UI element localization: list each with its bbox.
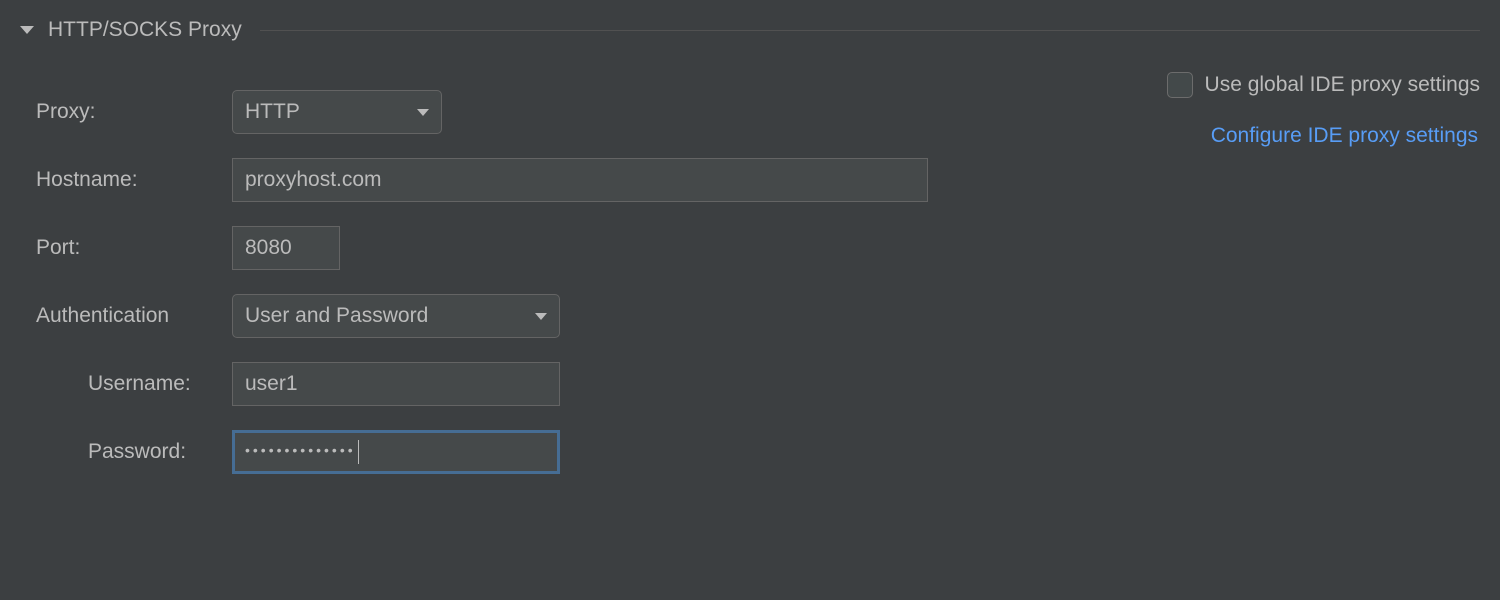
authentication-label: Authentication xyxy=(36,304,232,328)
use-global-proxy-label: Use global IDE proxy settings xyxy=(1205,73,1480,97)
password-input[interactable]: •••••••••••••• xyxy=(232,430,560,474)
port-input[interactable] xyxy=(232,226,340,270)
hostname-label: Hostname: xyxy=(36,168,232,192)
collapse-triangle-icon xyxy=(20,26,34,34)
password-mask: •••••••••••••• xyxy=(245,442,356,458)
section-title: HTTP/SOCKS Proxy xyxy=(48,18,242,42)
section-header[interactable]: HTTP/SOCKS Proxy xyxy=(0,0,1500,50)
proxy-select-value: HTTP xyxy=(245,100,300,124)
text-caret xyxy=(358,440,359,464)
side-panel: Use global IDE proxy settings Configure … xyxy=(1050,72,1480,148)
chevron-down-icon xyxy=(535,313,547,320)
username-input[interactable] xyxy=(232,362,560,406)
authentication-select[interactable]: User and Password xyxy=(232,294,560,338)
chevron-down-icon xyxy=(417,109,429,116)
section-divider xyxy=(260,30,1480,31)
username-label: Username: xyxy=(36,372,232,396)
proxy-select[interactable]: HTTP xyxy=(232,90,442,134)
proxy-label: Proxy: xyxy=(36,100,232,124)
configure-ide-proxy-link[interactable]: Configure IDE proxy settings xyxy=(1211,124,1478,147)
use-global-proxy-checkbox[interactable] xyxy=(1167,72,1193,98)
port-label: Port: xyxy=(36,236,232,260)
authentication-select-value: User and Password xyxy=(245,304,428,328)
password-label: Password: xyxy=(36,440,232,464)
hostname-input[interactable] xyxy=(232,158,928,202)
